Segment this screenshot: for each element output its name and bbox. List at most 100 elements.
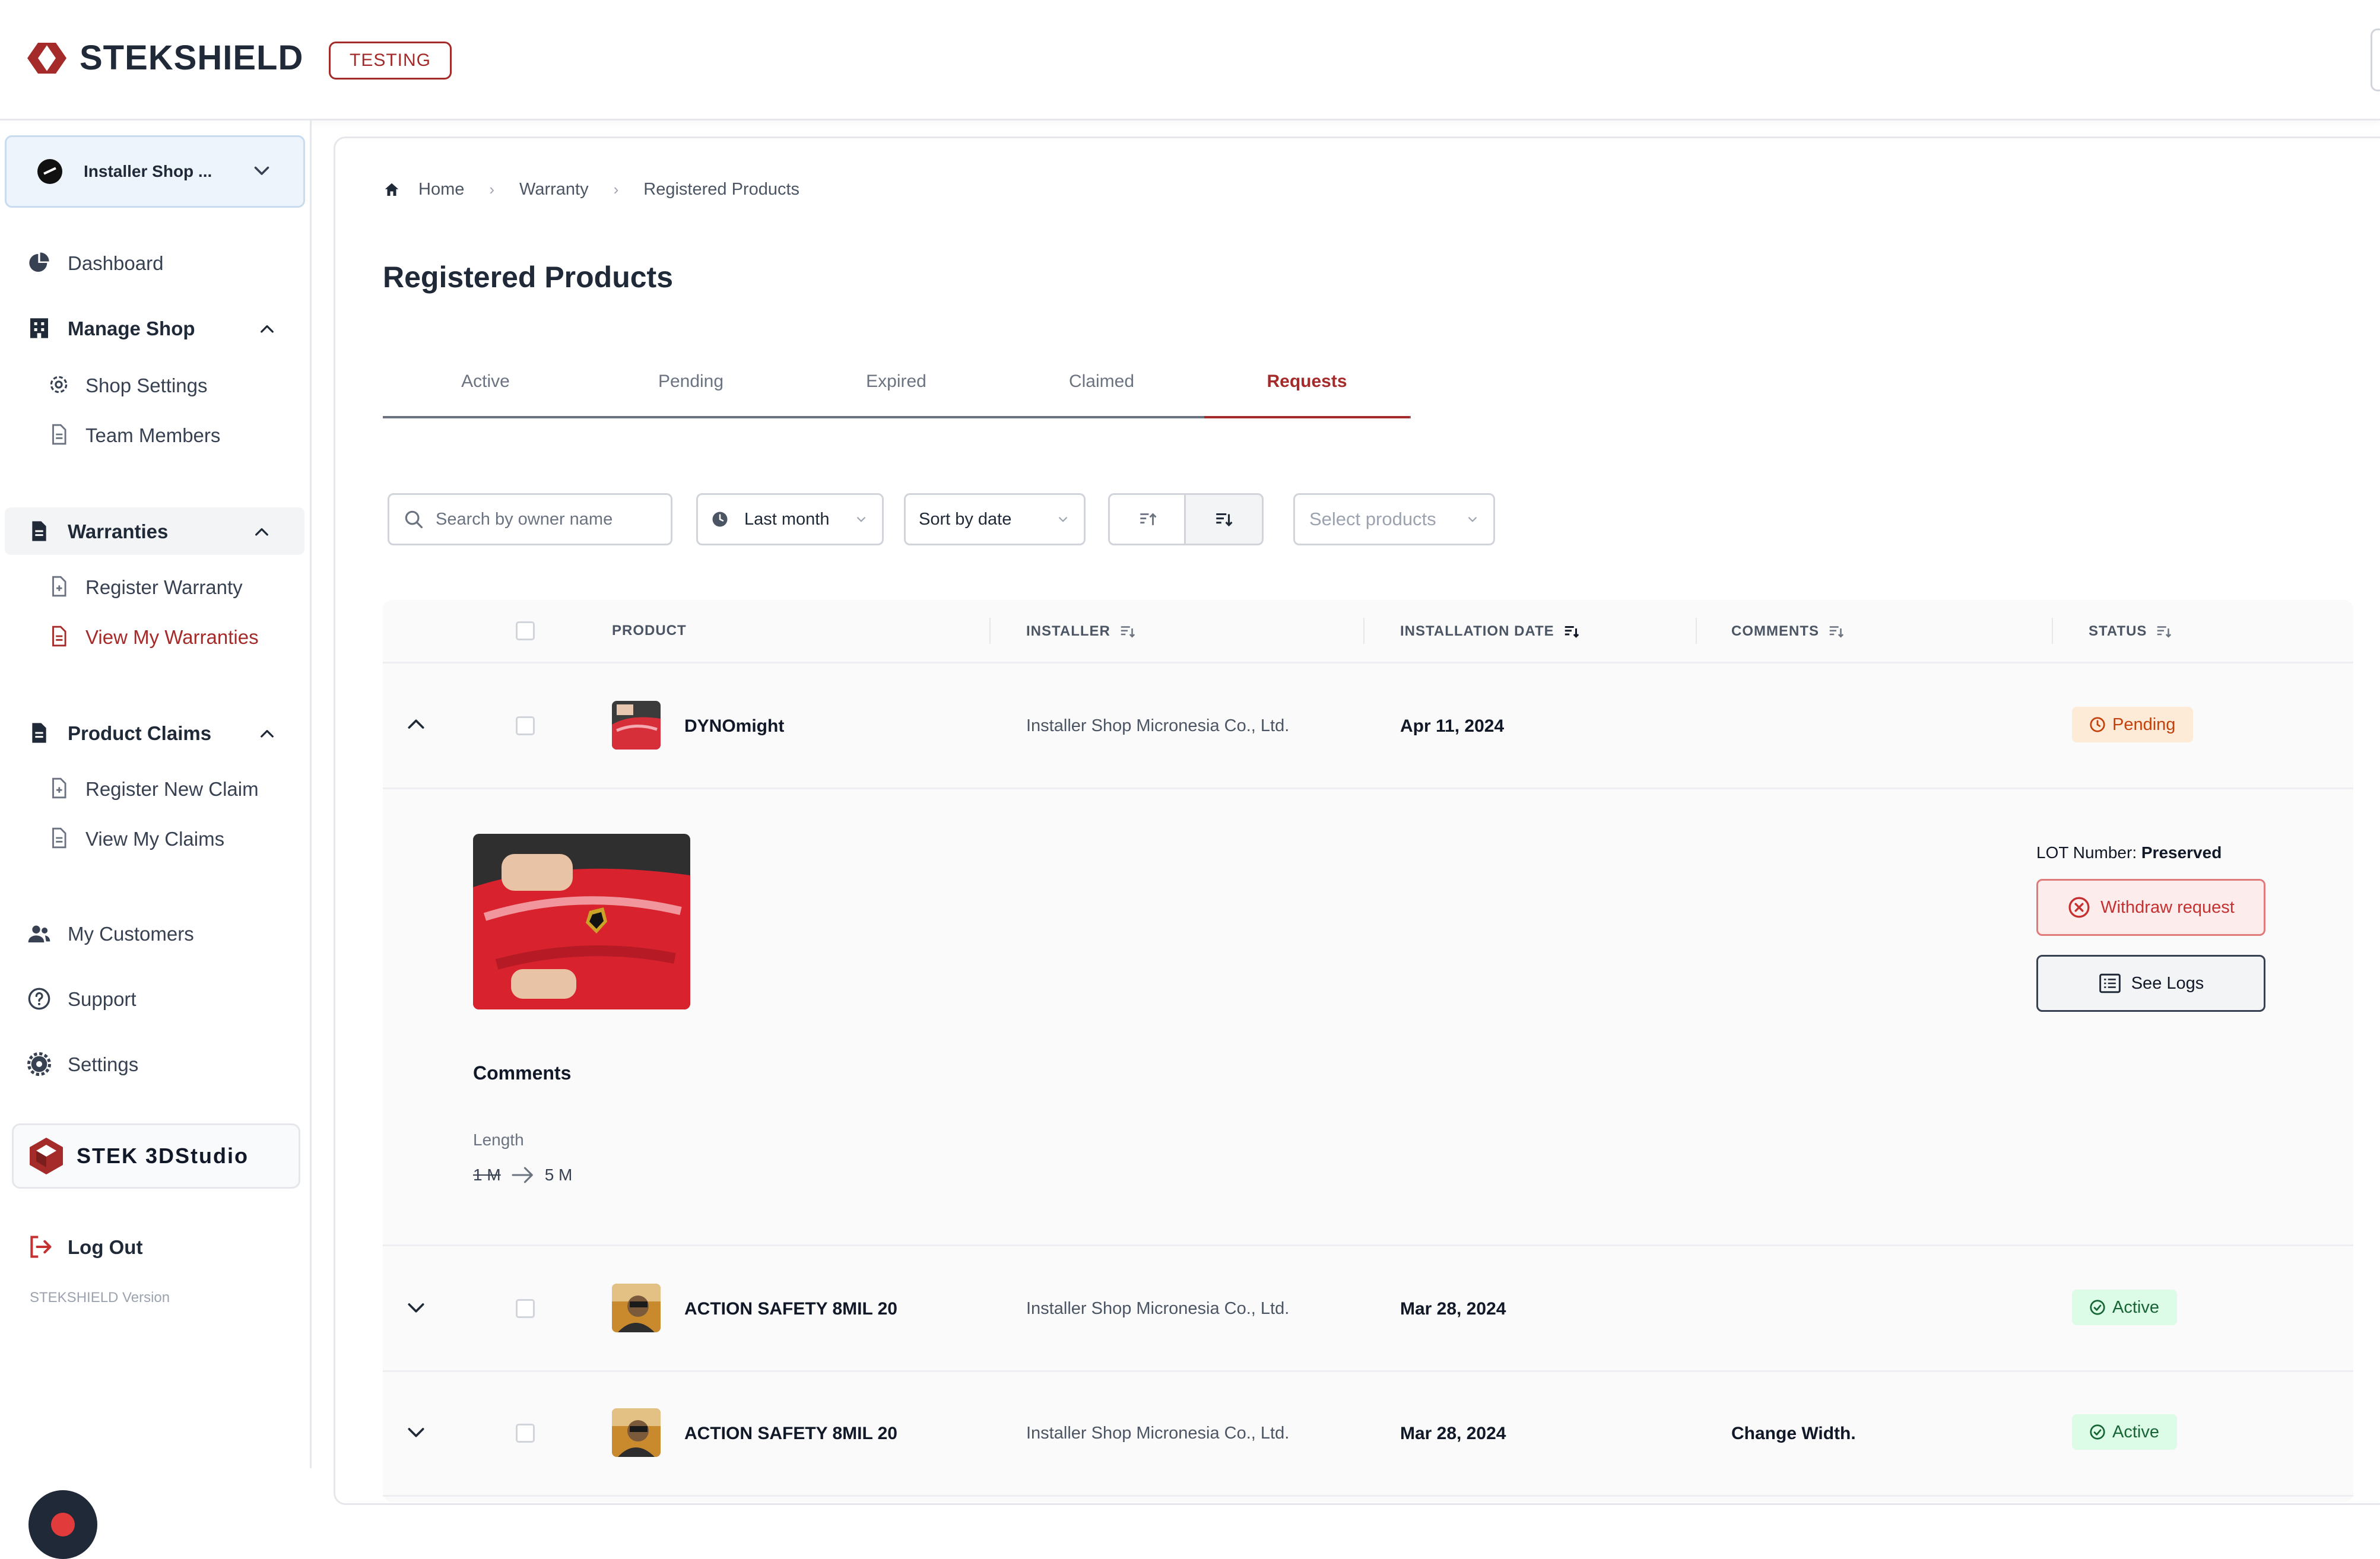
column-header-product: PRODUCT xyxy=(612,623,687,639)
sidebar-item-register-warranty[interactable]: Register Warranty xyxy=(0,566,310,607)
shop-selector[interactable]: Installer Shop ... xyxy=(5,135,305,208)
date-range-select[interactable]: Last month xyxy=(696,493,884,545)
help-circle-icon xyxy=(28,988,50,1010)
logout-button[interactable]: Log Out xyxy=(0,1223,310,1271)
document-icon xyxy=(52,827,66,849)
breadcrumb-home[interactable]: Home xyxy=(418,180,464,199)
table-row[interactable]: ACTION SAFETY 8MIL 20 Installer Shop Mic… xyxy=(383,1370,2353,1497)
chevron-down-icon xyxy=(1058,516,1068,522)
sidebar-item-support[interactable]: Support xyxy=(0,975,310,1023)
clock-icon xyxy=(712,512,728,527)
sidebar-item-view-my-warranties[interactable]: View My Warranties xyxy=(0,615,310,657)
installation-photo[interactable] xyxy=(473,834,690,1009)
stek-3dstudio-logo-icon xyxy=(30,1138,63,1174)
table-row[interactable]: DYNOmight Installer Shop Micronesia Co.,… xyxy=(383,663,2353,789)
length-change: 1 M 5 M xyxy=(473,1165,572,1185)
stek-3dstudio-label: STEK 3DStudio xyxy=(77,1144,249,1168)
tab-pending[interactable]: Pending xyxy=(588,364,794,416)
column-header-comments[interactable]: COMMENTS xyxy=(1731,623,1845,640)
stek-3dstudio-link[interactable]: STEK 3DStudio xyxy=(12,1123,300,1189)
brand-name: STEKSHIELD xyxy=(80,39,304,77)
product-name: ACTION SAFETY 8MIL 20 xyxy=(684,1424,897,1443)
brand-logo[interactable]: STEKSHIELD xyxy=(25,38,303,78)
chevron-up-icon[interactable] xyxy=(404,713,428,736)
breadcrumb-warranty[interactable]: Warranty xyxy=(519,180,589,199)
tab-requests[interactable]: Requests xyxy=(1204,364,1410,418)
search-placeholder: Search by owner name xyxy=(436,509,613,529)
chevron-down-icon[interactable] xyxy=(404,1420,428,1444)
installation-date: Mar 28, 2024 xyxy=(1400,1299,1506,1319)
app-version: STEKSHIELD Version xyxy=(30,1290,170,1306)
sort-value: Sort by date xyxy=(919,509,1012,529)
breadcrumb-separator-icon: › xyxy=(613,180,619,198)
sidebar-item-dashboard[interactable]: Dashboard xyxy=(0,239,310,287)
users-icon xyxy=(28,925,50,942)
sort-descending-button[interactable] xyxy=(1184,493,1264,545)
length-label: Length xyxy=(473,1131,524,1149)
column-header-installer[interactable]: INSTALLER xyxy=(1026,623,1137,640)
sidebar-item-label: Settings xyxy=(68,1053,139,1075)
sort-select[interactable]: Sort by date xyxy=(904,493,1086,545)
row-checkbox[interactable] xyxy=(516,1424,535,1443)
sidebar-item-register-new-claim[interactable]: Register New Claim xyxy=(0,767,310,809)
sidebar-item-label: Warranties xyxy=(68,520,169,542)
sidebar: Installer Shop ... Dashboard Manage Shop… xyxy=(0,120,312,1559)
owner-search-input[interactable]: Search by owner name xyxy=(388,493,672,545)
sidebar-item-my-customers[interactable]: My Customers xyxy=(0,910,310,957)
check-circle-icon xyxy=(2090,1424,2105,1440)
sidebar-item-label: Team Members xyxy=(85,424,221,446)
file-icon xyxy=(32,723,46,743)
withdraw-request-button[interactable]: Withdraw request xyxy=(2036,879,2265,936)
installer-name: Installer Shop Micronesia Co., Ltd. xyxy=(1026,1424,1290,1443)
table-header: PRODUCT INSTALLER INSTALLATION DATE COMM… xyxy=(383,600,2353,663)
sidebar-item-settings[interactable]: Settings xyxy=(0,1040,310,1088)
tab-claimed[interactable]: Claimed xyxy=(999,364,1204,416)
row-checkbox[interactable] xyxy=(516,1299,535,1318)
status-tabs: Active Pending Expired Claimed Requests xyxy=(383,364,1411,418)
top-bar: STEKSHIELD TESTING xyxy=(0,0,2380,120)
chevron-down-icon[interactable] xyxy=(404,1296,428,1319)
sidebar-group-manage-shop[interactable]: Manage Shop xyxy=(0,304,310,352)
installation-date: Apr 11, 2024 xyxy=(1400,716,1505,736)
product-name: DYNOmight xyxy=(684,716,785,736)
main-content: Home › Warranty › Registered Products Re… xyxy=(334,136,2380,1505)
row-checkbox[interactable] xyxy=(516,716,535,735)
product-select[interactable]: Select products xyxy=(1293,493,1495,545)
chevron-up-icon xyxy=(261,730,274,738)
top-right-control[interactable] xyxy=(2371,28,2380,91)
column-header-installation-date[interactable]: INSTALLATION DATE xyxy=(1400,623,1581,640)
see-logs-button[interactable]: See Logs xyxy=(2036,955,2265,1012)
sidebar-item-label: Register New Claim xyxy=(85,778,259,800)
product-select-placeholder: Select products xyxy=(1309,509,1436,529)
sidebar-item-view-my-claims[interactable]: View My Claims xyxy=(0,817,310,859)
status-badge: Pending xyxy=(2072,707,2194,742)
installation-date: Mar 28, 2024 xyxy=(1400,1424,1506,1443)
lot-number: LOT Number: Preserved xyxy=(2036,843,2222,862)
breadcrumb: Home › Warranty › Registered Products xyxy=(383,180,799,199)
tab-expired[interactable]: Expired xyxy=(794,364,999,416)
length-new-value: 5 M xyxy=(544,1166,573,1184)
pie-chart-icon xyxy=(29,252,49,272)
sidebar-item-label: My Customers xyxy=(68,923,194,945)
sidebar-group-product-claims[interactable]: Product Claims xyxy=(0,709,310,757)
chevron-down-icon xyxy=(1468,516,1477,522)
gear-icon xyxy=(50,376,68,393)
sidebar-item-shop-settings[interactable]: Shop Settings xyxy=(0,364,310,405)
file-plus-icon xyxy=(52,576,66,597)
select-all-checkbox[interactable] xyxy=(516,621,535,640)
column-header-status[interactable]: STATUS xyxy=(2089,623,2173,640)
breadcrumb-current: Registered Products xyxy=(643,180,800,199)
breadcrumb-separator-icon: › xyxy=(489,180,495,198)
sort-descending-icon xyxy=(1216,513,1233,527)
chevron-up-icon xyxy=(261,325,274,333)
sort-ascending-button[interactable] xyxy=(1108,493,1188,545)
x-circle-icon xyxy=(2068,897,2090,918)
tab-active[interactable]: Active xyxy=(383,364,588,416)
check-circle-icon xyxy=(2090,1300,2105,1315)
sidebar-item-team-members[interactable]: Team Members xyxy=(0,414,310,455)
comments-title: Comments xyxy=(473,1062,572,1084)
table-row[interactable]: ACTION SAFETY 8MIL 20 Installer Shop Mic… xyxy=(383,1246,2353,1372)
search-icon xyxy=(405,510,423,529)
sidebar-group-warranties[interactable]: Warranties xyxy=(5,507,304,555)
record-button[interactable] xyxy=(28,1490,97,1559)
